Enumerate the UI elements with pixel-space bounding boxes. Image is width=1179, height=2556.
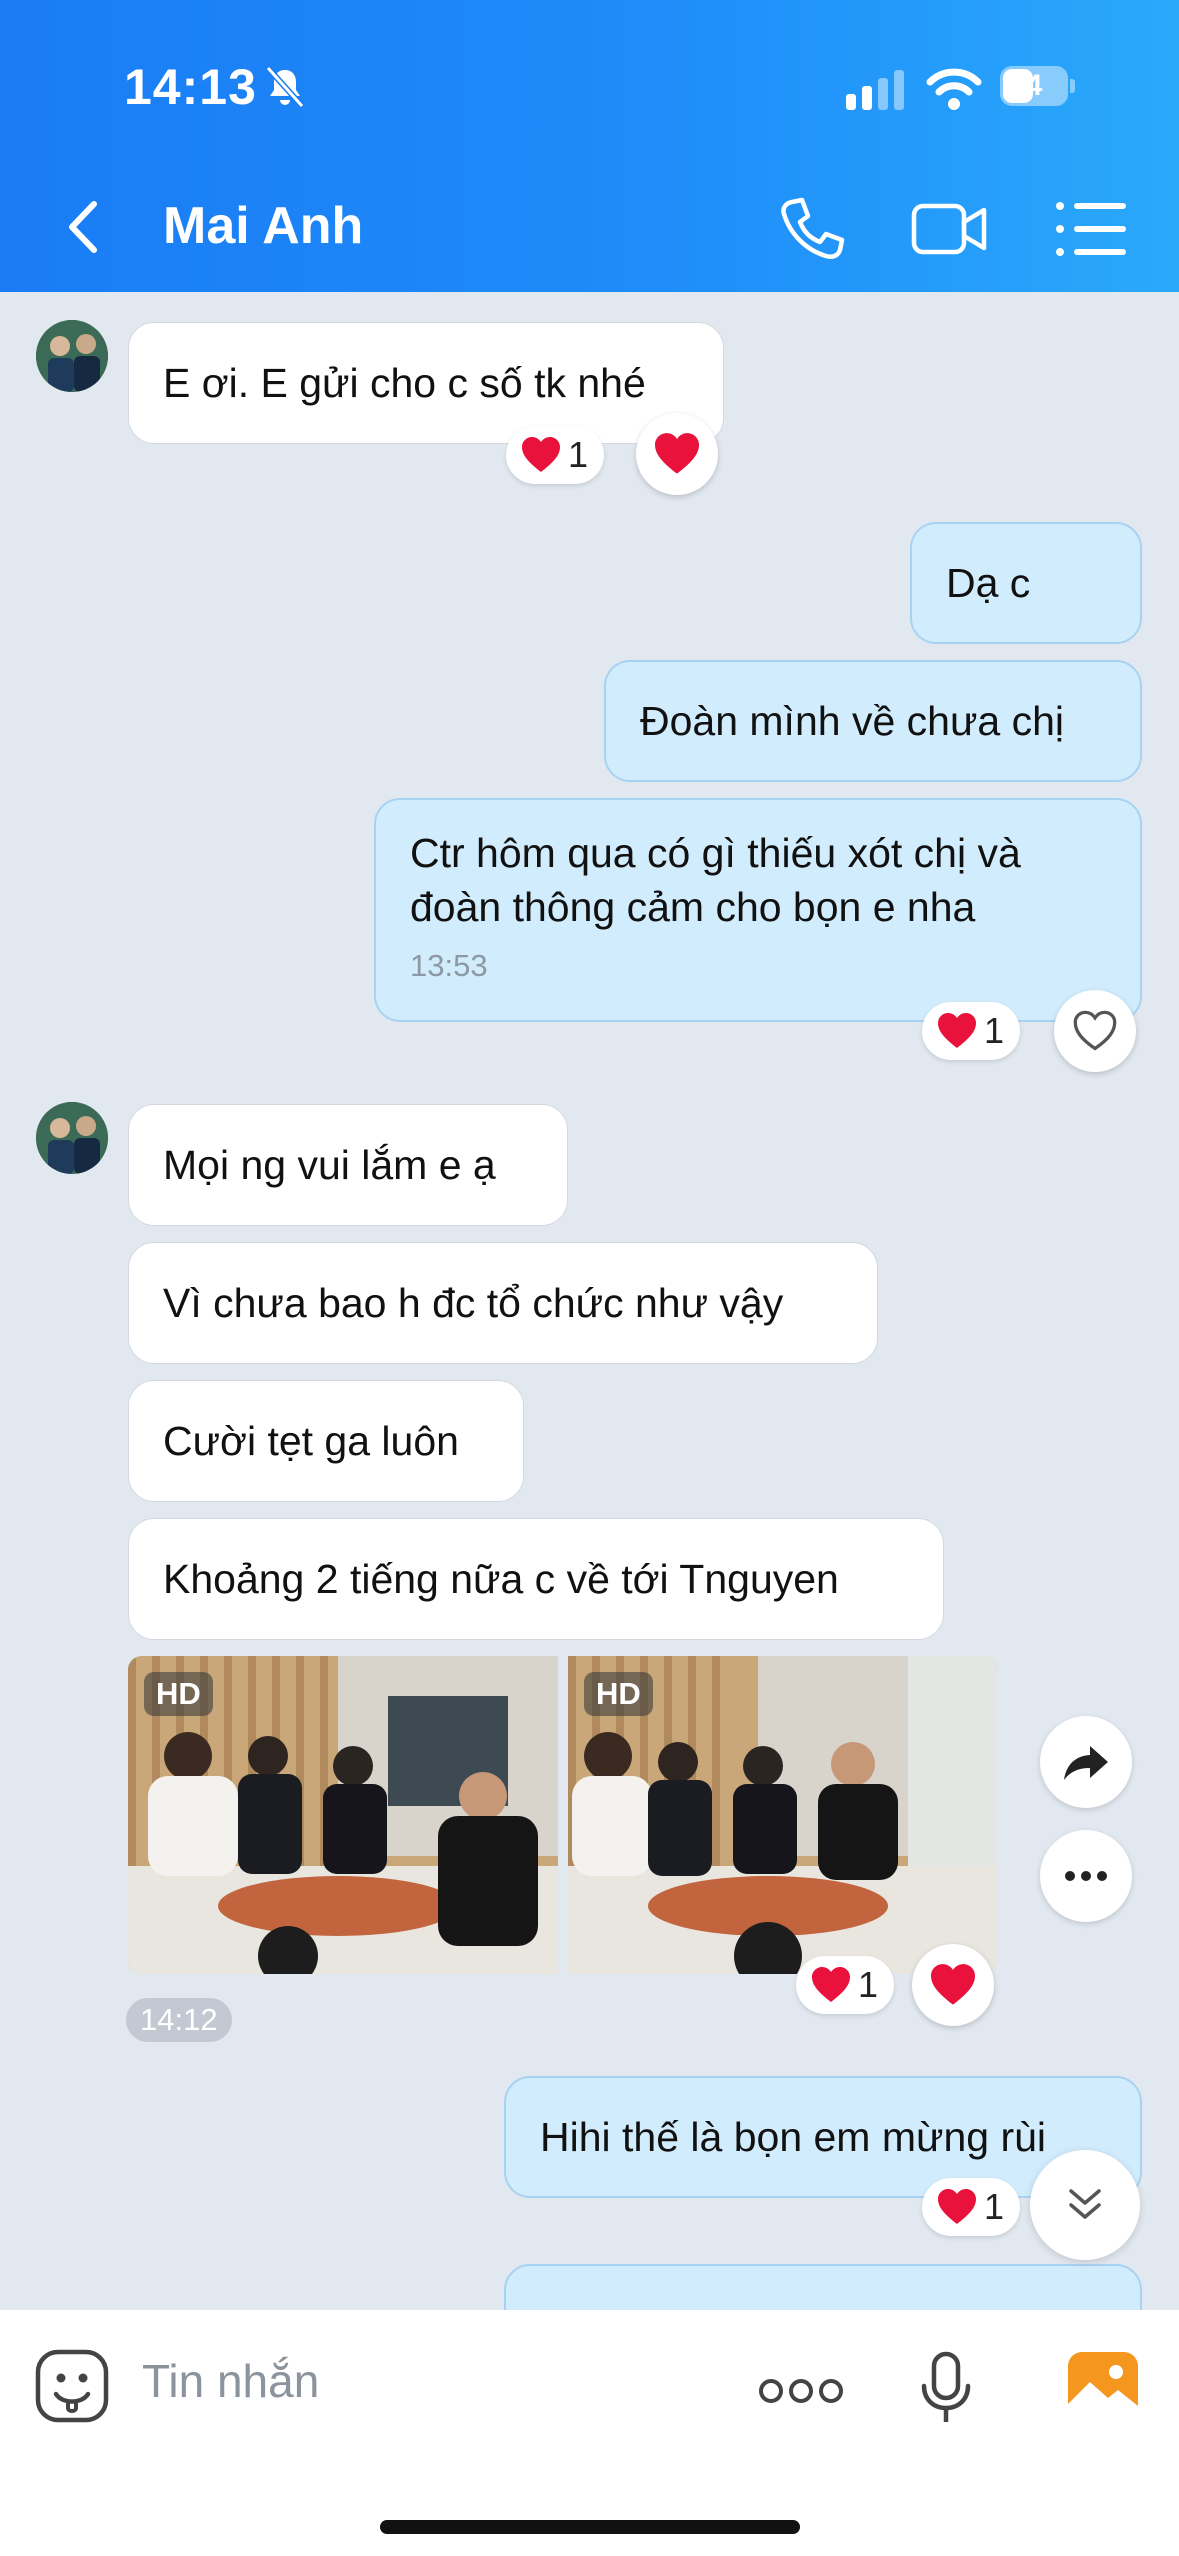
hd-badge: HD bbox=[584, 1672, 653, 1716]
heart-outline-icon bbox=[1073, 1010, 1117, 1051]
message-text: Hihi thế là bọn em mừng rùi bbox=[540, 2114, 1047, 2160]
chat-header: 14:13 4 Mai Anh bbox=[0, 0, 1179, 292]
reaction-summary[interactable]: 1 bbox=[922, 1002, 1021, 1060]
video-call-button[interactable] bbox=[910, 190, 988, 268]
gallery-image-button[interactable] bbox=[1066, 2350, 1140, 2420]
message-text: Vì chưa bao h đc tổ chức như vậy bbox=[163, 1280, 784, 1326]
message-input-bar: Tin nhắn bbox=[0, 2310, 1179, 2556]
contact-name[interactable]: Mai Anh bbox=[163, 196, 363, 256]
heart-icon bbox=[938, 2189, 976, 2224]
reaction-summary[interactable]: 1 bbox=[796, 1956, 895, 2014]
forward-button[interactable] bbox=[1040, 1716, 1132, 1808]
reaction-count: 1 bbox=[568, 434, 589, 475]
message-text: Cười tẹt ga luôn bbox=[163, 1418, 459, 1464]
message-bubble-outgoing[interactable]: Dạ c bbox=[910, 522, 1142, 644]
photo-attachment[interactable]: HD bbox=[128, 1656, 558, 1974]
message-bubble-outgoing[interactable]: Đoàn mình về chưa chị bbox=[604, 660, 1142, 782]
status-time: 14:13 bbox=[124, 59, 257, 115]
contact-avatar[interactable] bbox=[36, 320, 108, 392]
photo-timestamp: 14:12 bbox=[126, 1998, 232, 2042]
more-actions-button[interactable] bbox=[758, 2376, 844, 2406]
reaction-count: 1 bbox=[984, 1010, 1005, 1051]
react-heart-button[interactable] bbox=[636, 413, 718, 495]
contact-avatar[interactable] bbox=[36, 1102, 108, 1174]
cellular-signal-icon bbox=[846, 70, 904, 110]
message-text: Dạ c bbox=[946, 560, 1031, 606]
bell-muted-icon bbox=[265, 65, 305, 109]
heart-icon bbox=[812, 1967, 850, 2002]
message-text-line: Ctr hôm qua có gì thiếu xót chị và bbox=[410, 830, 1021, 876]
message-bubble-incoming[interactable]: E ơi. E gửi cho c số tk nhé bbox=[128, 322, 724, 444]
heart-icon bbox=[938, 1013, 976, 1048]
heart-icon bbox=[931, 1964, 975, 2005]
battery-indicator: 4 bbox=[1000, 66, 1076, 108]
menu-list-button[interactable] bbox=[1052, 190, 1130, 268]
message-bubble-outgoing[interactable]: Ctr hôm qua có gì thiếu xót chị và đoàn … bbox=[374, 798, 1142, 1022]
more-dots-icon bbox=[1065, 1871, 1107, 1881]
message-bubble-incoming[interactable]: Khoảng 2 tiếng nữa c về tới Tnguyen bbox=[128, 1518, 944, 1640]
microphone-button[interactable] bbox=[918, 2350, 974, 2426]
reaction-count: 1 bbox=[858, 1964, 879, 2005]
wifi-icon bbox=[926, 68, 982, 110]
message-bubble-incoming[interactable]: Mọi ng vui lắm e ạ bbox=[128, 1104, 568, 1226]
message-input[interactable]: Tin nhắn bbox=[142, 2354, 319, 2408]
share-arrow-icon bbox=[1064, 1746, 1108, 1780]
sticker-emoji-button[interactable] bbox=[34, 2348, 110, 2424]
battery-level: 4 bbox=[1025, 69, 1043, 102]
photo-attachment[interactable]: HD bbox=[568, 1656, 998, 1974]
heart-icon bbox=[522, 437, 560, 472]
message-text: Mọi ng vui lắm e ạ bbox=[163, 1142, 496, 1188]
message-text: E ơi. E gửi cho c số tk nhé bbox=[163, 360, 646, 406]
message-text: Khoảng 2 tiếng nữa c về tới Tnguyen bbox=[163, 1556, 839, 1602]
reaction-summary[interactable]: 1 bbox=[506, 426, 605, 484]
message-text: Đoàn mình về chưa chị bbox=[640, 698, 1064, 744]
more-options-button[interactable] bbox=[1040, 1830, 1132, 1922]
message-bubble-incoming[interactable]: Vì chưa bao h đc tổ chức như vậy bbox=[128, 1242, 878, 1364]
phone-call-button[interactable] bbox=[772, 190, 850, 268]
home-indicator bbox=[380, 2520, 800, 2534]
react-heart-outline-button[interactable] bbox=[1054, 990, 1136, 1072]
heart-icon bbox=[655, 433, 699, 474]
reaction-count: 1 bbox=[984, 2186, 1005, 2227]
message-text-line: đoàn thông cảm cho bọn e nha bbox=[410, 884, 976, 930]
react-heart-button[interactable] bbox=[912, 1944, 994, 2026]
back-button[interactable] bbox=[52, 192, 122, 262]
message-bubble-incoming[interactable]: Cười tẹt ga luôn bbox=[128, 1380, 524, 1502]
scroll-to-bottom-button[interactable] bbox=[1030, 2150, 1140, 2260]
double-chevron-down-icon bbox=[1069, 2189, 1101, 2219]
reaction-summary[interactable]: 1 bbox=[922, 2178, 1021, 2236]
message-timestamp: 13:53 bbox=[410, 948, 488, 983]
hd-badge: HD bbox=[144, 1672, 213, 1716]
